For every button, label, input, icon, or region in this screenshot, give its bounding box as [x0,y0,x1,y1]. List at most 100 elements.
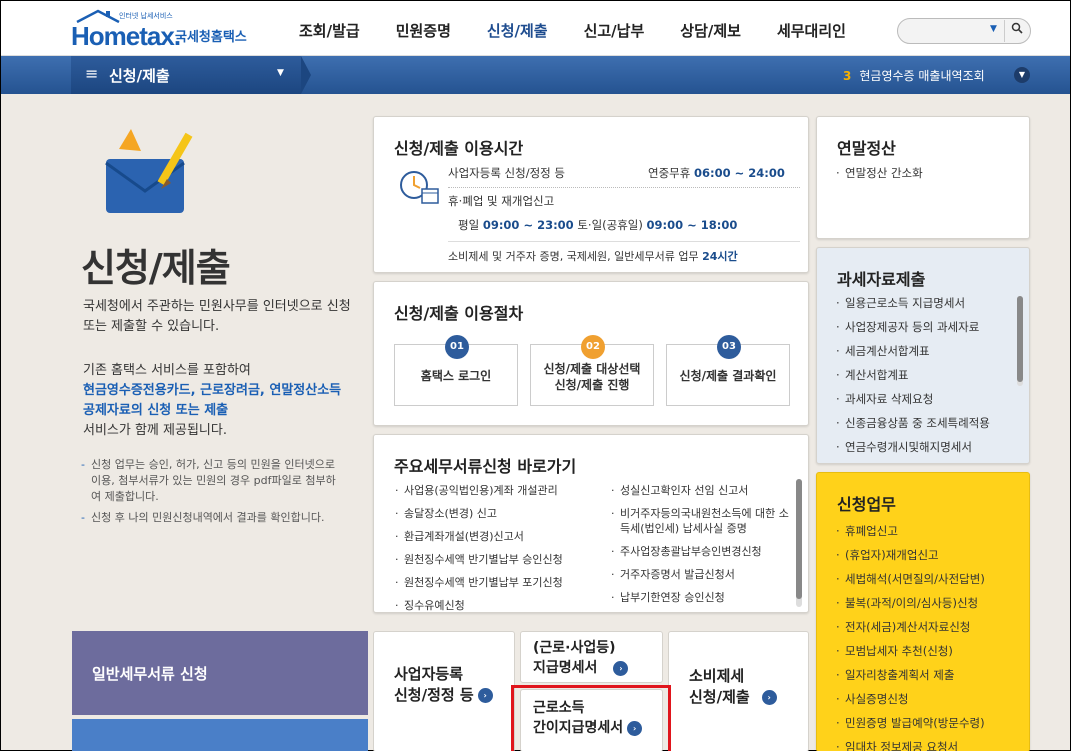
tax-data-link[interactable]: 일용근로소득 지급명세서 [835,291,990,315]
page-title: 신청/제출 [81,246,231,290]
tax-data-card: 과세자료제출 일용근로소득 지급명세서 사업장제공자 등의 과세자료 세금계산서… [816,247,1030,464]
year-end-link[interactable]: 연말정산 간소화 [835,161,923,185]
dropdown-icon[interactable]: ▼ [277,68,284,78]
notes: 신청 업무는 승인, 허가, 신고 등의 민원을 인터넷으로 이용, 첨부서류가… [81,457,343,531]
consumption-tax-button[interactable]: 소비제세 신청/제출 › [668,631,809,751]
weekend-time: 09:00 ~ 18:00 [646,218,738,232]
intro-services-highlight: 현금영수증전용카드, 근로장려금, 연말정산소득공제자료의 신청 또는 제출 [83,383,342,418]
application-link[interactable]: 휴폐업신고 [835,519,985,543]
application-link[interactable]: 모범납세자 추천(신청) [835,639,985,663]
envelope-pencil-icon [105,129,193,213]
year-end-card: 연말정산 연말정산 간소화 [816,116,1030,239]
shortcuts-title: 주요세무서류신청 바로가기 [394,457,577,476]
shortcut-link[interactable]: 환급계좌개설(변경)신고서 [394,529,604,544]
application-link[interactable]: 사실증명신청 [835,687,985,711]
shortcut-link[interactable]: 원천징수세액 반기별납부 승인신청 [394,552,604,567]
go-arrow-icon: › [613,660,629,676]
tax-data-list: 일용근로소득 지급명세서 사업장제공자 등의 과세자료 세금계산서합계표 계산서… [835,291,990,459]
application-link[interactable]: (휴업자)재개업신고 [835,543,985,567]
shortcut-link[interactable]: 원천징수세액 반기별납부 포기신청 [394,575,604,590]
tax-data-title: 과세자료제출 [837,270,926,289]
step-number: 01 [445,335,469,359]
biz-reg-line2: 신청/정정 등 [394,686,474,704]
shortcut-link[interactable]: 납부기한연장 승인신청 [610,590,792,605]
step-login: 01 홈택스 로그인 [394,335,518,406]
tax-data-link[interactable]: 신종금융상품 중 조세특례적용 [835,411,990,435]
top-header: 인터넷 납세서비스 Hometax. 국세청홈택스 조회/발급 민원증명 신청/… [1,1,1070,56]
step-result: 03 신청/제출 결과확인 [666,335,790,406]
note-1: 신청 업무는 승인, 허가, 신고 등의 민원을 인터넷으로 이용, 첨부서류가… [81,457,343,505]
application-link[interactable]: 일자리창출계획서 제출 [835,663,985,687]
hours-r1-label: 사업자등록 신청/정정 등 [448,166,565,180]
shortcut-link[interactable]: 성실신고확인자 선임 신고서 [610,483,792,498]
hours-title: 신청/제출 이용시간 [394,139,524,158]
search-input[interactable] [904,22,984,40]
section-title: 신청/제출 [109,67,170,85]
intro-paragraph: 국세청에서 주관하는 민원사무를 인터넷으로 신청 또는 제출할 수 있습니다. [83,299,351,334]
main-nav: 조회/발급 민원증명 신청/제출 신고/납부 상담/제보 세무대리인 [281,1,864,56]
step-label-line2: 신청/제출 진행 [554,378,630,392]
go-arrow-icon: › [477,688,493,703]
biz-reg-line1: 사업자등록 [394,665,464,683]
nav-tax-agent[interactable]: 세무대리인 [759,1,864,56]
general-docs-button[interactable]: 일반세무서류 신청 [72,631,368,715]
application-card: 신청업무 휴폐업신고 (휴업자)재개업신고 세법해석(서면질의/사전답변) 불복… [816,472,1030,751]
nav-certificate[interactable]: 민원증명 [378,1,469,56]
hometax-logo[interactable]: 인터넷 납세서비스 Hometax. 국세청홈택스 [71,9,261,51]
shortcut-link[interactable]: 징수유예신청 [394,598,604,612]
procedure-card: 신청/제출 이용절차 01 홈택스 로그인 02 신청/제출 대상선택 신청/제… [373,281,809,426]
shortcuts-scrollbar[interactable] [796,479,802,607]
logo-subtitle: 인터넷 납세서비스 [119,12,173,20]
step-label: 신청/제출 대상선택 신청/제출 진행 [531,361,653,393]
shortcut-link[interactable]: 주사업장총괄납부승인변경신청 [610,544,792,559]
tax-data-scrollbar[interactable] [1017,296,1023,386]
tax-data-link[interactable]: 사업장제공자 등의 과세자료 [835,315,990,339]
shortcuts-card: 주요세무서류신청 바로가기 사업용(공익법인용)계좌 개설관리 송달장소(변경)… [373,434,809,613]
nav-inquiry[interactable]: 조회/발급 [281,1,378,56]
tax-data-link[interactable]: 세금계산서합계표 [835,339,990,363]
hours-r1-time: 06:00 ~ 24:00 [693,166,785,180]
step-number: 02 [581,335,605,359]
intro-services-tail: 서비스가 함께 제공됩니다. [83,423,227,438]
logo-text: Hometax. [71,21,181,51]
intro-services-lead: 기존 홈택스 서비스를 포함하여 [83,363,251,378]
hours-row-closure: 휴·폐업 및 재개업신고 [448,194,555,208]
shortcut-link[interactable]: 사업용(공익법인용)계좌 개설관리 [394,483,604,498]
breadcrumb-bar: ≡ 신청/제출 ▼ 3 현금영수증 매출내역조회 ▼ [1,56,1070,94]
tax-data-link[interactable]: 계산서합계표 [835,363,990,387]
shortcut-link[interactable]: 거주자증명서 발급신청서 [610,567,792,582]
weekday-time: 09:00 ~ 23:00 [482,218,574,232]
menu-icon[interactable]: ≡ [85,64,98,83]
nav-filing-payment[interactable]: 신고/납부 [566,1,663,56]
application-link[interactable]: 불복(과적/이의/심사등)신청 [835,591,985,615]
weekday-label: 평일 [458,218,480,232]
consumption-line1: 소비제세 [689,667,745,685]
application-link[interactable]: 민원증명 발급예약(방문수령) [835,711,985,735]
notice-number: 3 [843,69,852,83]
biz-registration-button[interactable]: 사업자등록 신청/정정 등 › [373,631,515,751]
application-link[interactable]: 세법해석(서면질의/사전답변) [835,567,985,591]
hours-row-general: 소비제세 및 거주자 증명, 국제세원, 일반세무서류 업무 24시간 [448,248,738,264]
shortcuts-col2: 성실신고확인자 선임 신고서 비거주자등의국내원천소득에 대한 소득세(법인세)… [610,483,792,612]
application-link[interactable]: 전자(세금)계산서자료신청 [835,615,985,639]
search-icon[interactable] [1004,20,1028,42]
shortcuts-col1: 사업용(공익법인용)계좌 개설관리 송달장소(변경) 신고 환급계좌개설(변경)… [394,483,604,612]
search-dropdown-icon[interactable]: ▼ [990,24,997,34]
rolling-notice[interactable]: 3 현금영수증 매출내역조회 [843,67,985,84]
section-menu[interactable]: ≡ 신청/제출 ▼ [71,56,301,94]
nav-application[interactable]: 신청/제출 [469,1,566,56]
application-link[interactable]: 임대차 정보제공 요청서 [835,735,985,751]
secondary-button[interactable] [72,719,368,751]
tax-data-link[interactable]: 과세자료 삭제요청 [835,387,990,411]
labor-statement-button[interactable]: (근로·사업등) 지급명세서 › [520,631,663,683]
shortcut-link[interactable]: 송달장소(변경) 신고 [394,506,604,521]
procedure-title: 신청/제출 이용절차 [394,304,524,323]
expand-circle-icon[interactable]: ▼ [1014,67,1030,83]
shortcut-link[interactable]: 비거주자등의국내원천소득에 대한 소득세(법인세) 납세사실 증명 [610,506,792,536]
nav-counsel-report[interactable]: 상담/제보 [662,1,759,56]
hours-r1-time-label: 연중무휴 [648,166,691,180]
hours-row-closure-times: 평일 09:00 ~ 23:00 토·일(공휴일) 09:00 ~ 18:00 [458,217,737,233]
hours-r4-label: 소비제세 및 거주자 증명, 국제세원, 일반세무서류 업무 [448,250,699,263]
tax-data-link[interactable]: 연금수령개시및해지명세서 [835,435,990,459]
go-arrow-icon: › [761,690,777,705]
